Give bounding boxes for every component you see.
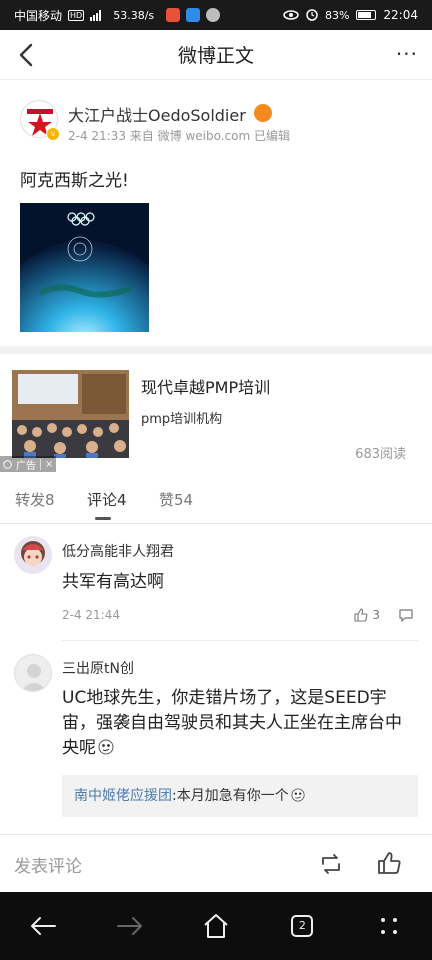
nav-menu-button[interactable] — [369, 906, 409, 946]
anime-avatar-icon — [14, 536, 52, 574]
app-notification-icon — [186, 8, 201, 22]
tab-count: 2 — [291, 915, 314, 937]
app-notification-icon — [206, 8, 221, 22]
page-title: 微博正文 — [177, 45, 254, 67]
interaction-tabs: 转发8 评论4 赞54 — [0, 472, 432, 524]
comment-text: 共军有高达啊 — [62, 572, 164, 592]
commenter-name[interactable]: 低分高能非人翔君 — [62, 541, 174, 561]
status-bar: 中国移动 HD 53.38/s 83% 22:04 — [0, 0, 432, 30]
comment-bar: 发表评论 — [0, 834, 432, 892]
sub-reply[interactable]: 南中姬佬应援团:本月加急有你一个 — [62, 775, 418, 817]
carrier-label: 中国移动 — [14, 8, 63, 23]
comment-text: UC地球先生，你走错片场了，这是SEED宇宙，强袭自由驾驶员和其夫人正坐在主席台… — [62, 686, 418, 764]
tab-comments[interactable]: 评论4 — [87, 489, 127, 510]
nav-home-button[interactable] — [196, 906, 236, 946]
more-dots-icon[interactable]: ··· — [396, 44, 418, 64]
battery-icon — [356, 10, 377, 20]
section-gap — [0, 346, 432, 354]
title-bar: 微博正文 ··· — [0, 30, 432, 80]
weibo-post: v 大江户战士OedoSoldier 2-4 21:33 来自 微博 weibo… — [0, 80, 432, 346]
nav-forward-button[interactable] — [110, 906, 150, 946]
thumb-up-icon[interactable] — [376, 850, 402, 876]
verified-badge-icon: v — [46, 127, 60, 141]
author-name[interactable]: 大江户战士OedoSoldier — [68, 102, 246, 126]
back-arrow-icon[interactable] — [14, 41, 40, 69]
comment-item: 低分高能非人翔君 共军有高达啊 2-4 21:44 3 — [0, 524, 432, 642]
commenter-name[interactable]: 三出原tN创 — [62, 658, 134, 678]
ad-close-icon[interactable]: × — [40, 458, 53, 470]
thumb-up-icon — [354, 608, 368, 622]
eye-icon — [283, 10, 299, 20]
ad-label: 广告 — [16, 460, 36, 472]
smirk-emoji-icon — [291, 788, 305, 802]
ad-read-count: 683阅读 — [355, 447, 406, 462]
app-notification-icon — [166, 8, 181, 22]
sub-reply-user[interactable]: 南中姬佬应援团 — [74, 788, 172, 804]
home-icon — [204, 914, 228, 938]
back-arrow-icon — [31, 917, 57, 935]
tab-likes[interactable]: 赞54 — [159, 489, 193, 510]
ad-tag: 广告 × — [0, 456, 57, 472]
default-avatar-icon — [21, 664, 47, 691]
menu-dots-icon — [380, 918, 397, 934]
clock: 22:04 — [383, 8, 418, 22]
ad-subtitle: pmp培训机构 — [141, 412, 223, 427]
member-crown-icon[interactable] — [254, 104, 272, 122]
comment-like-count: 3 — [372, 608, 380, 622]
olympic-earth-image[interactable] — [20, 203, 149, 332]
comment-divider — [62, 640, 418, 641]
ad-title[interactable]: 现代卓越PMP培训 — [141, 374, 270, 398]
smirk-emoji-icon — [98, 739, 114, 755]
reply-bubble-icon[interactable] — [398, 608, 414, 622]
alarm-icon — [306, 9, 318, 21]
comment-like-button[interactable]: 3 — [354, 608, 380, 622]
ad-info-icon — [3, 459, 12, 469]
system-nav-bar: 2 — [0, 892, 432, 960]
forward-arrow-icon — [116, 917, 142, 935]
sub-reply-text: :本月加急有你一个 — [172, 788, 289, 804]
comment-item: 三出原tN创 UC地球先生，你走错片场了，这是SEED宇宙，强袭自由驾驶员和其夫… — [0, 642, 432, 832]
commenter-avatar[interactable] — [14, 536, 52, 574]
post-meta: 2-4 21:33 来自 微博 weibo.com 已编辑 — [68, 129, 290, 143]
nav-back-button[interactable] — [23, 906, 63, 946]
battery-percent: 83% — [324, 8, 350, 22]
active-tab-indicator — [95, 517, 111, 520]
classroom-image[interactable] — [12, 370, 129, 458]
network-speed: 53.38/s — [113, 8, 155, 22]
comment-input[interactable]: 发表评论 — [14, 852, 82, 877]
signal-icon — [90, 9, 102, 21]
comment-time: 2-4 21:44 — [62, 608, 120, 622]
commenter-avatar[interactable] — [14, 654, 52, 692]
ad-card[interactable]: 现代卓越PMP培训 pmp培训机构 683阅读 广告 × — [0, 354, 432, 472]
tab-repost[interactable]: 转发8 — [15, 489, 55, 510]
network-badge: HD — [68, 9, 85, 21]
nav-tabs-button[interactable]: 2 — [282, 906, 322, 946]
repost-icon[interactable] — [318, 852, 344, 876]
olympic-earth-illustration — [20, 203, 149, 332]
classroom-illustration — [12, 370, 129, 458]
post-text: 阿克西斯之光! — [20, 171, 129, 191]
